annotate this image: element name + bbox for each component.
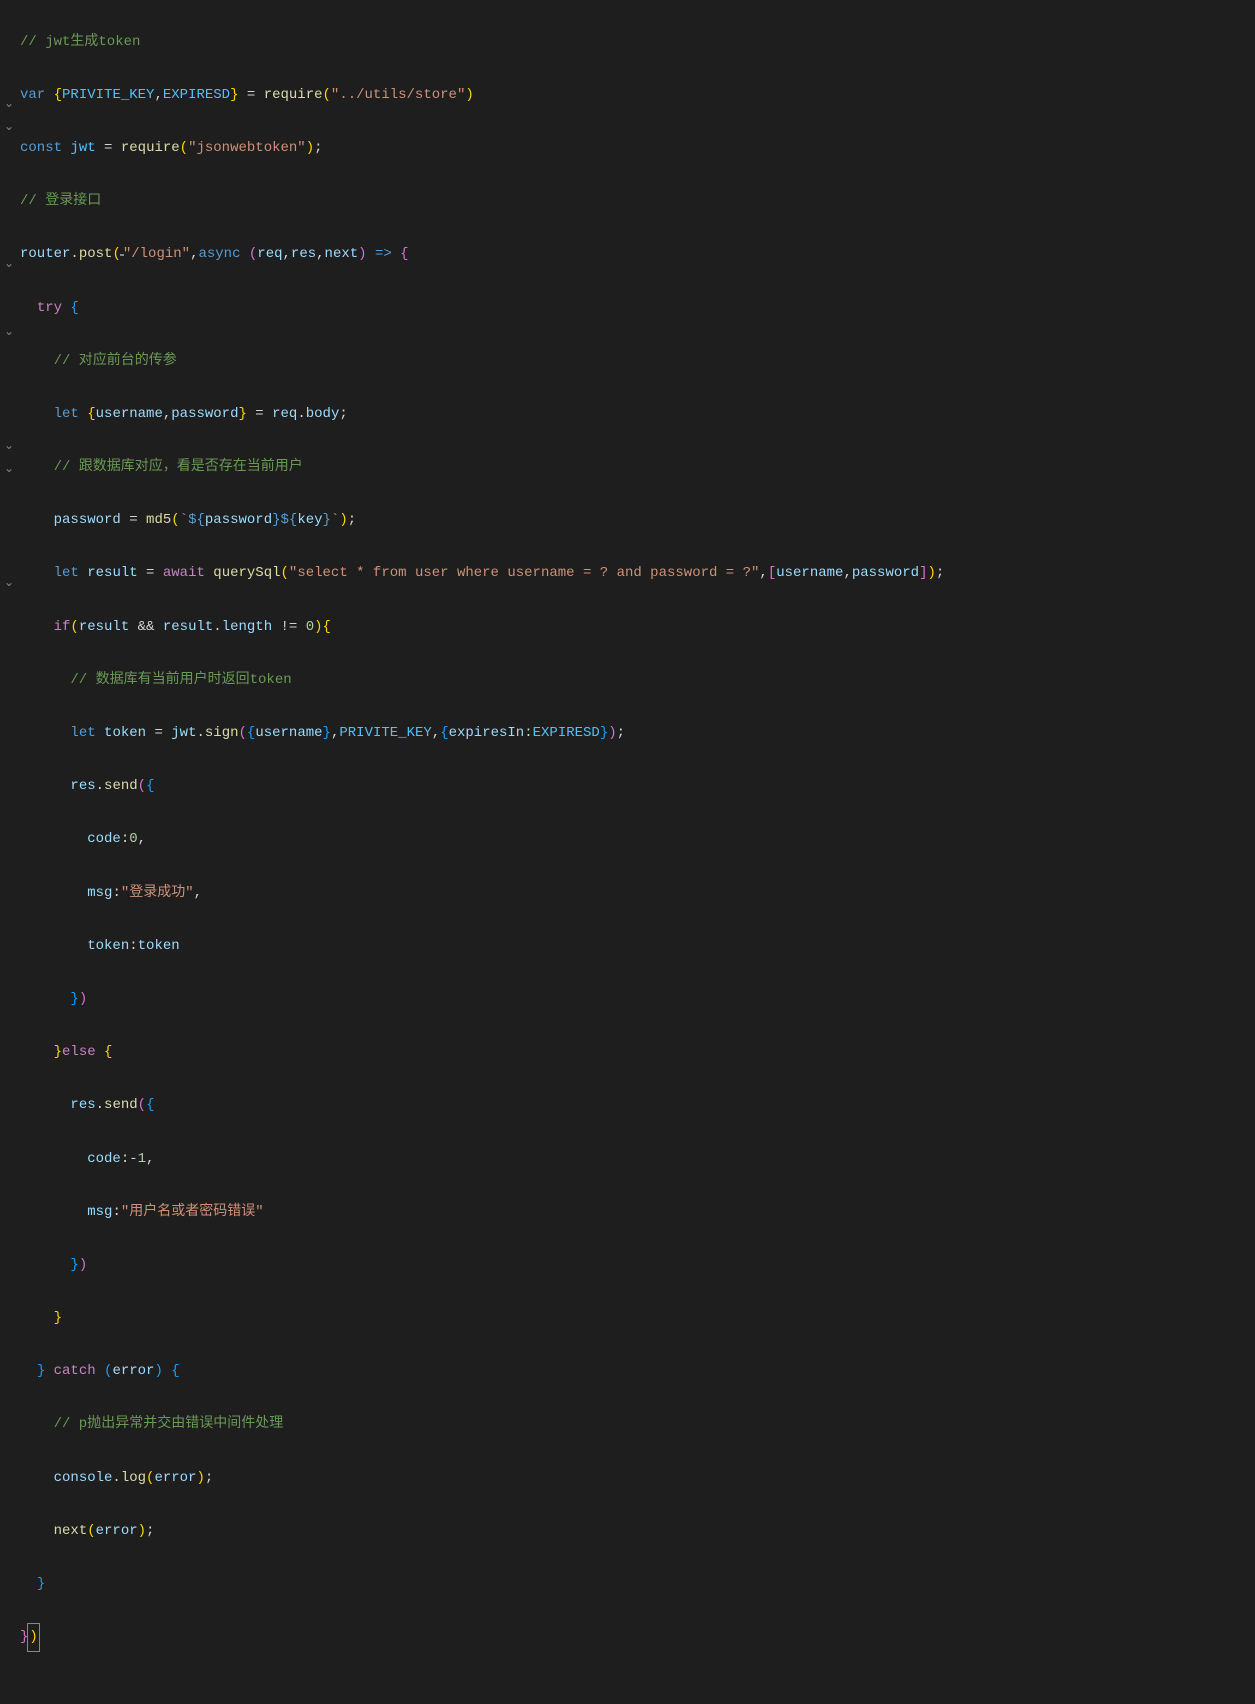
code-line[interactable]: }) bbox=[20, 1252, 1255, 1279]
fold-gutter: ⌄ ⌄ ⌄ ⌄ ⌄ ⌄ ⌄ bbox=[0, 2, 18, 1704]
code-line[interactable]: var {PRIVITE_KEY,EXPIRESD} = require("..… bbox=[20, 82, 1255, 109]
fold-marker[interactable] bbox=[0, 595, 18, 618]
code-line[interactable]: }) bbox=[20, 1624, 1255, 1651]
fold-marker[interactable] bbox=[0, 70, 18, 93]
code-line[interactable]: // 数据库有当前用户时返回token bbox=[20, 667, 1255, 694]
fold-marker[interactable] bbox=[0, 663, 18, 686]
code-line[interactable]: next(error); bbox=[20, 1518, 1255, 1545]
fold-marker[interactable]: ⌄ bbox=[0, 458, 18, 481]
fold-marker[interactable] bbox=[0, 2, 18, 25]
fold-marker[interactable] bbox=[0, 686, 18, 709]
fold-marker[interactable] bbox=[0, 48, 18, 71]
code-line[interactable]: code:0, bbox=[20, 826, 1255, 853]
fold-marker[interactable]: ⌄ bbox=[0, 253, 18, 276]
fold-marker[interactable] bbox=[0, 298, 18, 321]
fold-marker[interactable]: ⌄ bbox=[0, 435, 18, 458]
fold-marker[interactable]: ⌄ bbox=[0, 321, 18, 344]
code-line[interactable]: if(result && result.length != 0){ bbox=[20, 614, 1255, 641]
code-line[interactable]: router.post("/login",async (req,res,next… bbox=[20, 241, 1255, 268]
code-line[interactable]: let {username,password} = req.body; bbox=[20, 401, 1255, 428]
code-line[interactable]: }) bbox=[20, 986, 1255, 1013]
code-line[interactable]: try { bbox=[20, 295, 1255, 322]
code-line[interactable]: msg:"用户名或者密码错误" bbox=[20, 1199, 1255, 1226]
fold-marker[interactable] bbox=[0, 162, 18, 185]
code-line[interactable]: } bbox=[20, 1571, 1255, 1598]
fold-marker[interactable] bbox=[0, 276, 18, 299]
code-line[interactable]: let token = jwt.sign({username},PRIVITE_… bbox=[20, 720, 1255, 747]
code-line[interactable]: msg:"登录成功", bbox=[20, 880, 1255, 907]
fold-marker[interactable] bbox=[0, 412, 18, 435]
code-line[interactable]: console.log(error); bbox=[20, 1465, 1255, 1492]
fold-marker[interactable]: ⌄ bbox=[0, 93, 18, 116]
code-line[interactable]: } catch (error) { bbox=[20, 1358, 1255, 1385]
code-content[interactable]: // jwt生成token var {PRIVITE_KEY,EXPIRESD}… bbox=[18, 2, 1255, 1704]
fold-marker[interactable] bbox=[0, 549, 18, 572]
fold-marker[interactable] bbox=[0, 526, 18, 549]
code-line[interactable]: code:-1, bbox=[20, 1146, 1255, 1173]
code-line[interactable]: } bbox=[20, 1305, 1255, 1332]
fold-marker[interactable] bbox=[0, 230, 18, 253]
code-line[interactable]: res.send({ bbox=[20, 1092, 1255, 1119]
fold-marker[interactable] bbox=[0, 184, 18, 207]
fold-marker[interactable]: ⌄ bbox=[0, 116, 18, 139]
code-line[interactable]: password = md5(`${password}${key}`); bbox=[20, 507, 1255, 534]
fold-marker[interactable] bbox=[0, 139, 18, 162]
comment: // jwt生成token bbox=[20, 29, 140, 56]
code-line[interactable]: // p抛出异常并交由错误中间件处理 bbox=[20, 1411, 1255, 1438]
fold-marker[interactable] bbox=[0, 504, 18, 527]
code-editor: ⌄ ⌄ ⌄ ⌄ ⌄ ⌄ ⌄ // jwt生成token var {PRIVITE… bbox=[0, 0, 1255, 1704]
fold-marker[interactable]: ⌄ bbox=[0, 572, 18, 595]
code-line[interactable]: res.send({ bbox=[20, 773, 1255, 800]
code-line[interactable]: // 对应前台的传参 bbox=[20, 348, 1255, 375]
code-line[interactable]: // 跟数据库对应，看是否存在当前用户 bbox=[20, 454, 1255, 481]
fold-marker[interactable] bbox=[0, 25, 18, 48]
fold-marker[interactable] bbox=[0, 344, 18, 367]
code-line[interactable]: token:token bbox=[20, 933, 1255, 960]
code-line[interactable]: const jwt = require("jsonwebtoken"); bbox=[20, 135, 1255, 162]
code-line[interactable]: // 登录接口 bbox=[20, 188, 1255, 215]
fold-marker[interactable] bbox=[0, 207, 18, 230]
code-line[interactable]: let result = await querySql("select * fr… bbox=[20, 560, 1255, 587]
fold-marker[interactable] bbox=[0, 640, 18, 663]
fold-marker[interactable] bbox=[0, 618, 18, 641]
fold-marker[interactable] bbox=[0, 367, 18, 390]
fold-marker[interactable] bbox=[0, 390, 18, 413]
fold-marker[interactable] bbox=[0, 481, 18, 504]
code-line[interactable]: }else { bbox=[20, 1039, 1255, 1066]
code-line[interactable]: // jwt生成token bbox=[20, 29, 1255, 56]
